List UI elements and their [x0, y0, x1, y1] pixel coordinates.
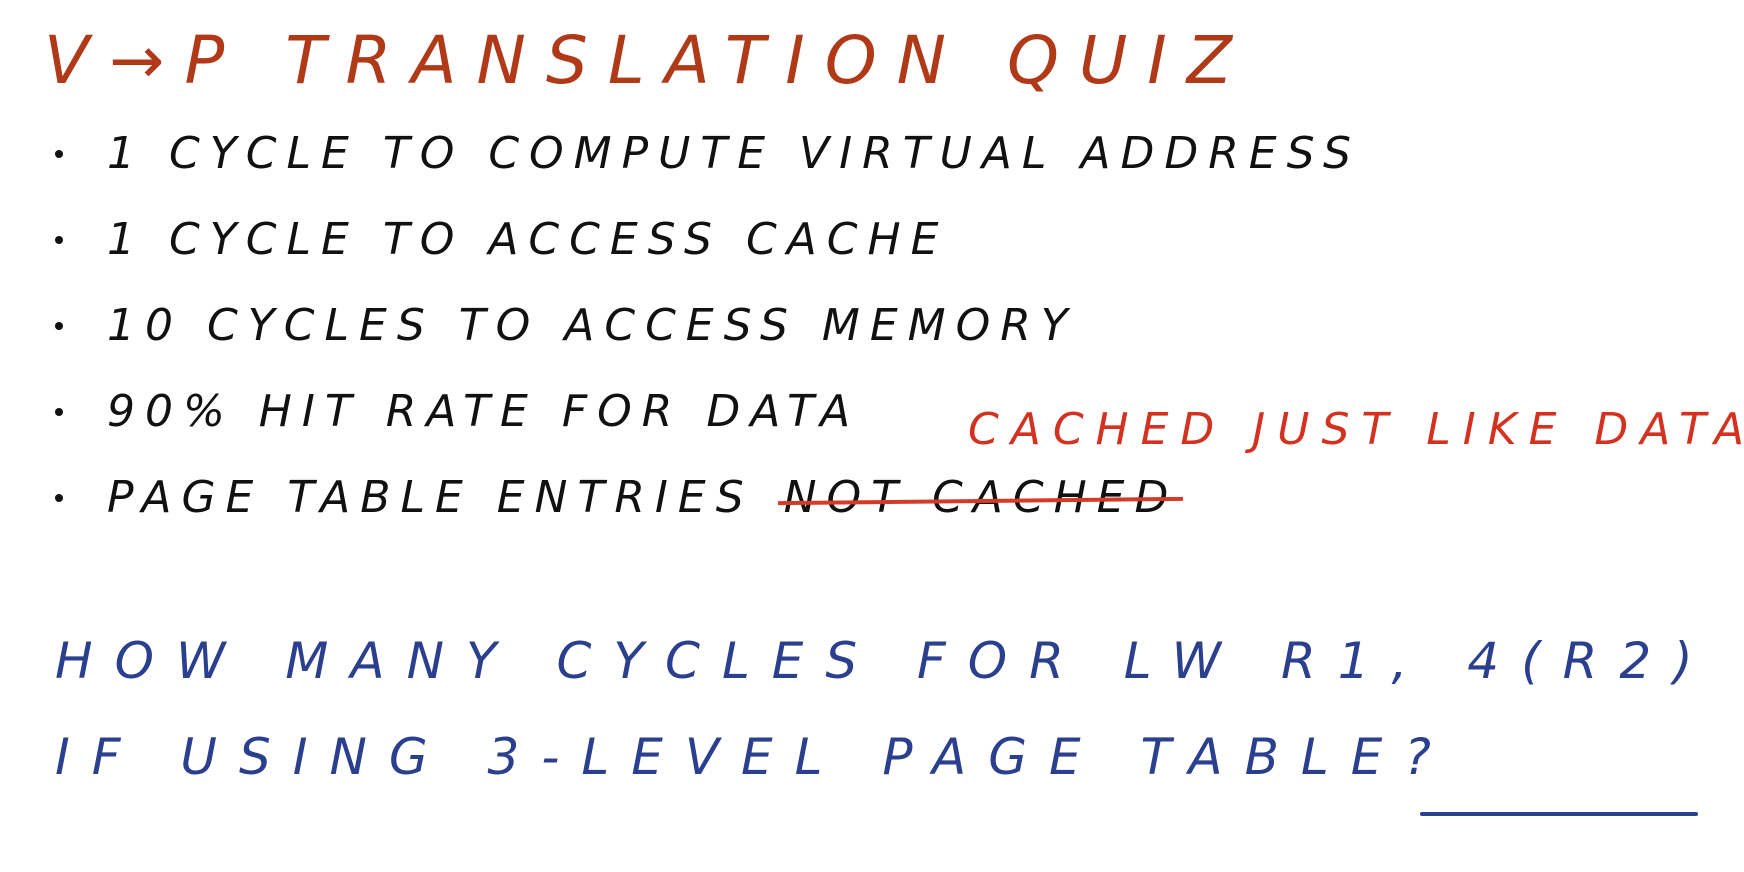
quiz-slide: V→P TRANSLATION QUIZ 1 CYCLE TO COMPUTE …	[0, 0, 1744, 872]
question-line-1: HOW MANY CYCLES FOR LW R1, 4(R2)	[55, 632, 1715, 690]
bullet-dot	[55, 494, 63, 502]
bullet-dot	[55, 150, 63, 158]
bullet-access-cache: 1 CYCLE TO ACCESS CACHE	[55, 214, 1361, 300]
bullet-text: PAGE TABLE ENTRIES	[107, 472, 754, 523]
bullet-list: 1 CYCLE TO COMPUTE VIRTUAL ADDRESS 1 CYC…	[55, 128, 1361, 558]
bullet-dot	[55, 408, 63, 416]
bullet-text: 1 CYCLE TO ACCESS CACHE	[107, 214, 949, 265]
bullet-page-table-entries: PAGE TABLE ENTRIES NOT CACHED	[55, 472, 1361, 558]
bullet-compute-va: 1 CYCLE TO COMPUTE VIRTUAL ADDRESS	[55, 128, 1361, 214]
answer-blank-line	[1420, 812, 1698, 816]
question-line-2: IF USING 3-LEVEL PAGE TABLE?	[55, 728, 1453, 786]
bullet-dot	[55, 236, 63, 244]
bullet-access-memory: 10 CYCLES TO ACCESS MEMORY	[55, 300, 1361, 386]
slide-title: V→P TRANSLATION QUIZ	[44, 22, 1252, 99]
bullet-dot	[55, 322, 63, 330]
bullet-text: 90% HIT RATE FOR DATA	[107, 386, 861, 437]
correction-annotation: CACHED JUST LIKE DATA	[968, 404, 1744, 455]
bullet-text: 10 CYCLES TO ACCESS MEMORY	[107, 300, 1078, 351]
quiz-question: HOW MANY CYCLES FOR LW R1, 4(R2) IF USIN…	[55, 632, 1715, 824]
bullet-text: 1 CYCLE TO COMPUTE VIRTUAL ADDRESS	[107, 128, 1361, 179]
struck-through-text: NOT CACHED	[783, 472, 1179, 523]
